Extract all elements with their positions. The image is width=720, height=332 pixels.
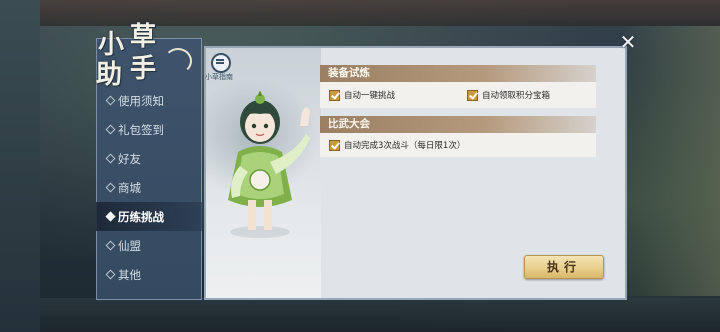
sidebar-item-label: 历练挑战 — [118, 209, 164, 224]
execute-button[interactable]: 执行 — [524, 255, 604, 279]
title-char: 手 — [130, 54, 157, 84]
sidebar-item-label: 商城 — [118, 180, 141, 195]
app-title-logo: 小 草 助 手 — [92, 14, 202, 90]
option-auto-complete-three-battles[interactable]: 自动完成3次战斗（每日限1次） — [329, 139, 465, 151]
swirl-ornament-icon — [164, 48, 192, 74]
option-label: 自动完成3次战斗（每日限1次） — [344, 141, 466, 151]
helper-guide-icon — [211, 53, 231, 73]
close-button[interactable]: ✕ — [618, 32, 638, 52]
sidebar-item-label: 好友 — [118, 151, 141, 166]
game-bottom-bar — [40, 298, 720, 332]
option-auto-one-click-challenge[interactable]: 自动一键挑战 — [329, 89, 395, 101]
option-label: 自动一键挑战 — [344, 91, 396, 101]
sidebar-item-gift-signin[interactable]: 礼包签到 — [96, 115, 202, 144]
diamond-bullet-icon — [105, 124, 116, 135]
helper-character-illustration — [228, 91, 310, 238]
sidebar-item-trial-challenge[interactable]: 历练挑战 — [96, 202, 202, 231]
game-background-left — [0, 0, 40, 332]
sidebar-item-label: 仙盟 — [118, 238, 141, 253]
diamond-bullet-icon — [105, 211, 116, 222]
helper-guide-label: 小草指南 — [205, 73, 233, 81]
game-background-right — [625, 26, 720, 296]
sidebar-item-label: 礼包签到 — [118, 122, 164, 137]
sidebar-item-label: 其他 — [118, 267, 141, 282]
checkbox-checked-icon[interactable] — [329, 89, 340, 101]
checkbox-checked-icon[interactable] — [467, 89, 478, 101]
diamond-bullet-icon — [105, 153, 116, 164]
diamond-bullet-icon — [105, 182, 116, 193]
diamond-bullet-icon — [105, 95, 116, 106]
sidebar-item-alliance[interactable]: 仙盟 — [96, 231, 202, 260]
diamond-bullet-icon — [105, 240, 116, 251]
sidebar-item-label: 使用须知 — [118, 93, 164, 108]
close-icon: ✕ — [619, 30, 637, 54]
sidebar-item-usage-notice[interactable]: 使用须知 — [96, 86, 202, 115]
checkbox-checked-icon[interactable] — [329, 139, 340, 151]
sidebar-item-other[interactable]: 其他 — [96, 260, 202, 289]
option-auto-claim-points-chest[interactable]: 自动领取积分宝箱 — [467, 89, 550, 101]
sidebar-item-friends[interactable]: 好友 — [96, 144, 202, 173]
sidebar-item-shop[interactable]: 商城 — [96, 173, 202, 202]
sidebar-nav: 使用须知 礼包签到 好友 商城 历练挑战 仙盟 其他 — [96, 86, 202, 289]
section-header-equipment-trial: 装备试炼 — [320, 65, 596, 82]
section-header-martial-tournament: 比武大会 — [320, 116, 596, 133]
diamond-bullet-icon — [105, 269, 116, 280]
option-label: 自动领取积分宝箱 — [482, 91, 551, 101]
